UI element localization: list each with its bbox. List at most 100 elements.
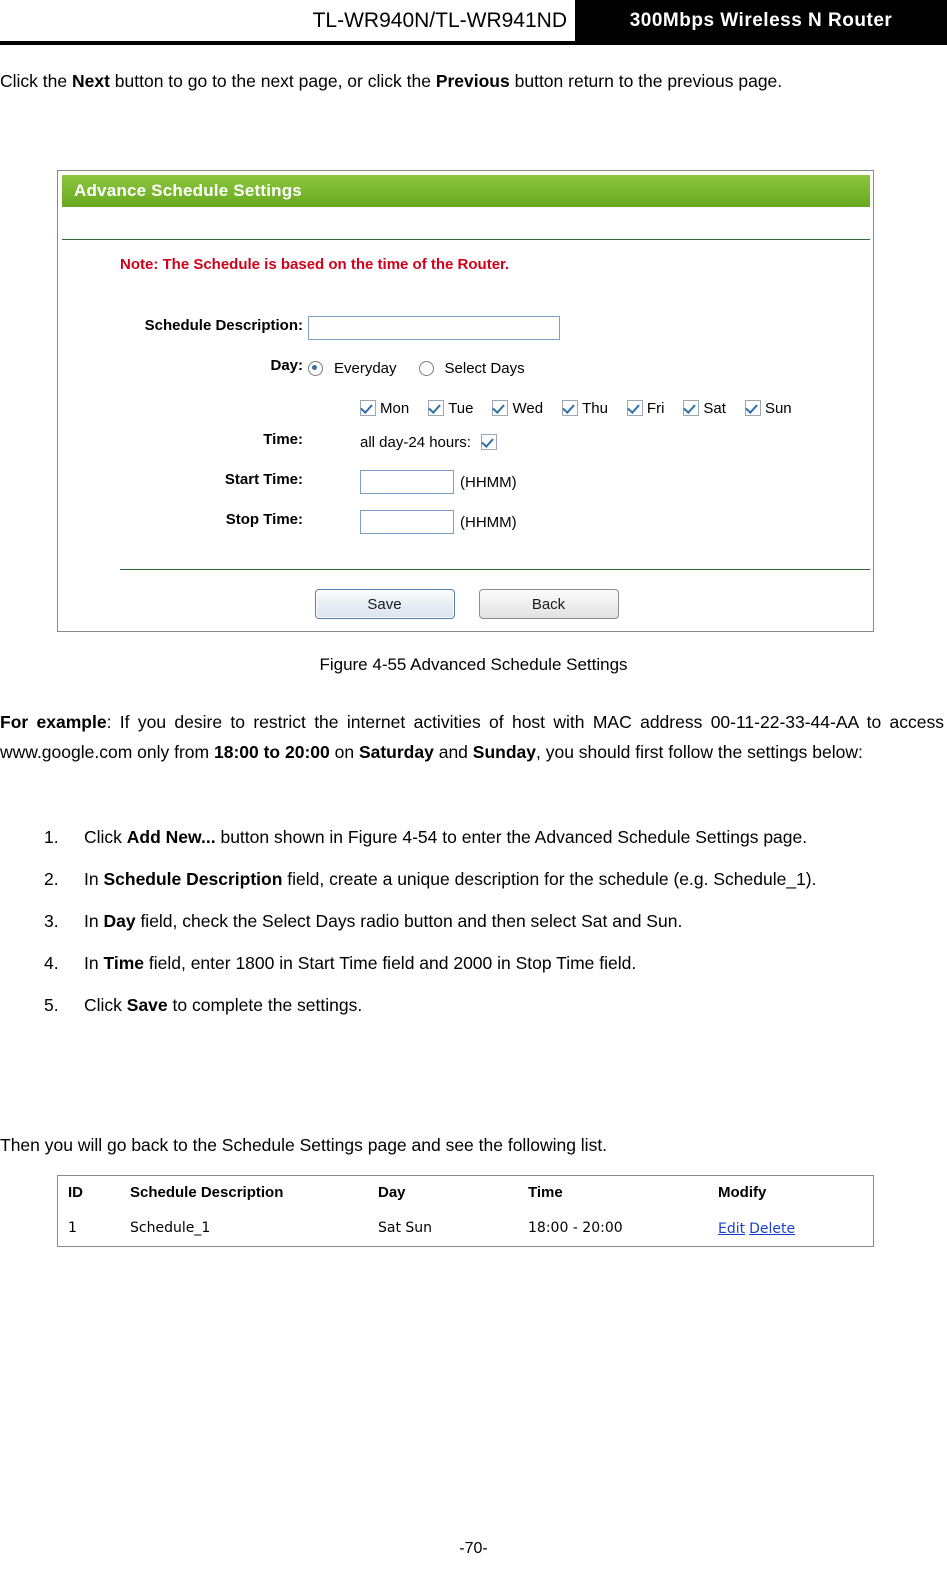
step-text-post: to complete the settings. — [167, 995, 363, 1015]
intro-bold-previous: Previous — [435, 71, 510, 91]
intro-paragraph: Click the Next button to go to the next … — [0, 66, 944, 96]
day-checkbox-mon[interactable]: Mon — [360, 400, 409, 417]
label-start-time: Start Time: — [224, 471, 303, 488]
field-schedule-description — [308, 311, 560, 345]
list-item: 2. In Schedule Description field, create … — [0, 864, 944, 894]
header-product-banner: 300Mbps Wireless N Router — [575, 0, 947, 41]
checkbox-all-day-icon[interactable] — [480, 434, 497, 450]
advance-schedule-settings-screenshot: Advance Schedule Settings Note: The Sche… — [57, 170, 874, 632]
form-row-time: Time: all day-24 hours: — [58, 425, 875, 465]
steps-list: 1. Click Add New... button shown in Figur… — [0, 822, 944, 1032]
checkbox-mon-icon[interactable] — [360, 400, 376, 416]
step-text-pre: Click — [84, 995, 127, 1015]
step-number: 1. — [44, 827, 59, 847]
column-header-modify: Modify — [718, 1184, 767, 1201]
schedule-description-input[interactable] — [308, 316, 560, 340]
screenshot-title: Advance Schedule Settings — [74, 181, 302, 200]
figure-caption: Figure 4-55 Advanced Schedule Settings — [319, 655, 628, 674]
cell-day: Sat Sun — [378, 1220, 433, 1236]
screenshot-top-divider — [62, 239, 870, 240]
step-text-post: field, check the Select Days radio butto… — [135, 911, 683, 931]
radio-everyday-label: Everyday — [334, 359, 397, 377]
list-item: 3. In Day field, check the Select Days ra… — [0, 906, 944, 936]
example-bold-saturday: Saturday — [358, 742, 434, 762]
checkbox-thu-icon[interactable] — [562, 400, 579, 416]
cell-modify: Edit Delete — [718, 1220, 868, 1237]
example-text-3: and — [433, 742, 473, 762]
column-header-description: Schedule Description — [130, 1184, 284, 1201]
step-text-bold: Day — [103, 911, 136, 931]
start-time-hint: (HHMM) — [460, 473, 517, 491]
example-text-2: on — [329, 742, 359, 762]
field-all-day: all day-24 hours: — [360, 425, 497, 459]
checkbox-sun-icon[interactable] — [744, 400, 761, 416]
day-checkbox-tue[interactable]: Tue — [428, 400, 473, 417]
step-text-pre: In — [84, 953, 104, 973]
step-text-pre: Click — [84, 827, 127, 847]
checkbox-fri-icon[interactable] — [626, 400, 643, 416]
schedule-note-text: Note: The Schedule is based on the time … — [120, 256, 510, 273]
list-item: 1. Click Add New... button shown in Figur… — [0, 822, 944, 852]
step-text-bold: Schedule Description — [103, 869, 283, 889]
stop-time-hint: (HHMM) — [460, 513, 517, 531]
all-day-label: all day-24 hours: — [360, 433, 471, 451]
day-label-sat: Sat — [703, 399, 726, 417]
cell-time: 18:00 - 20:00 — [528, 1220, 623, 1236]
day-checkbox-sun[interactable]: Sun — [744, 399, 792, 417]
day-checkbox-wed[interactable]: Wed — [492, 400, 543, 417]
form-row-description: Schedule Description: — [58, 311, 875, 351]
field-stop-time: (HHMM) — [360, 505, 517, 539]
start-time-input[interactable] — [360, 470, 454, 494]
day-label-mon: Mon — [380, 399, 410, 417]
column-header-id: ID — [68, 1184, 83, 1201]
day-checkbox-fri[interactable]: Fri — [626, 400, 664, 417]
form-row-stop-time: Stop Time: (HHMM) — [58, 505, 875, 545]
schedule-form: Schedule Description: Day: Everyday Sele… — [58, 311, 875, 545]
step-text-bold: Time — [103, 953, 144, 973]
day-label-wed: Wed — [512, 399, 544, 417]
radio-select-days-label: Select Days — [444, 359, 525, 377]
day-label-tue: Tue — [448, 399, 474, 417]
checkbox-tue-icon[interactable] — [428, 400, 445, 416]
step-text-post: field, create a unique description for t… — [282, 869, 817, 889]
example-bold-label: For example — [0, 712, 107, 732]
example-text-4: , you should first follow the settings b… — [536, 742, 863, 762]
intro-bold-next: Next — [71, 71, 110, 91]
checkbox-sat-icon[interactable] — [683, 400, 700, 416]
day-label-sun: Sun — [764, 399, 792, 417]
field-start-time: (HHMM) — [360, 465, 517, 499]
list-item: 5. Click Save to complete the settings. — [0, 990, 944, 1020]
label-schedule-description: Schedule Description: — [144, 317, 303, 334]
day-label-thu: Thu — [582, 399, 608, 417]
page-number: -70- — [459, 1540, 488, 1557]
cell-id: 1 — [68, 1220, 77, 1236]
step-number: 4. — [44, 953, 59, 973]
step-text-pre: In — [84, 911, 104, 931]
example-bold-time: 18:00 to 20:00 — [213, 742, 330, 762]
step-number: 3. — [44, 911, 59, 931]
stop-time-input[interactable] — [360, 510, 454, 534]
screenshot-titlebar: Advance Schedule Settings — [62, 175, 870, 207]
day-checkbox-thu[interactable]: Thu — [562, 400, 608, 417]
screenshot-button-bar: Save Back — [58, 589, 875, 619]
intro-text-1: Click the — [0, 71, 72, 91]
day-checkbox-sat[interactable]: Sat — [683, 400, 726, 417]
form-row-day: Day: Everyday Select Days — [58, 351, 875, 391]
save-button[interactable]: Save — [314, 589, 455, 619]
label-time: Time: — [263, 431, 303, 448]
edit-link[interactable]: Edit — [718, 1221, 745, 1237]
header-product-title: 300Mbps Wireless N Router — [629, 9, 893, 31]
back-button[interactable]: Back — [478, 589, 619, 619]
radio-everyday[interactable] — [308, 360, 323, 376]
list-item: 4. In Time field, enter 1800 in Start Tim… — [0, 948, 944, 978]
checkbox-wed-icon[interactable] — [492, 400, 509, 416]
column-header-day: Day — [378, 1184, 406, 1201]
step-number: 2. — [44, 869, 59, 889]
radio-select-days[interactable] — [418, 360, 434, 376]
step-text-bold: Add New... — [126, 827, 216, 847]
example-bold-sunday: Sunday — [472, 742, 536, 762]
delete-link[interactable]: Delete — [749, 1221, 795, 1237]
intro-text-2: button to go to the next page, or click … — [109, 71, 436, 91]
header-divider — [0, 41, 947, 45]
label-stop-time: Stop Time: — [225, 511, 303, 528]
